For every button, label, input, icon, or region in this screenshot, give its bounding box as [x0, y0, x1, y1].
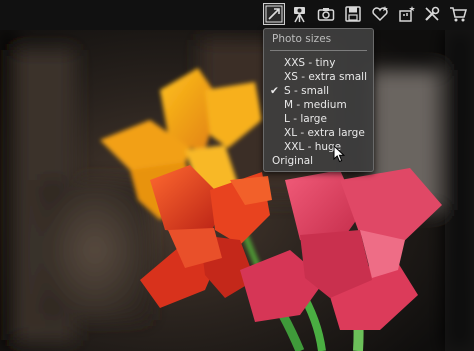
size-option-xl[interactable]: XL - extra large — [270, 126, 365, 140]
size-option-m[interactable]: M - medium — [270, 98, 347, 112]
photo-sizes-menu: Photo sizes XXS - tiny XS - extra small … — [263, 28, 374, 172]
slideshow-button[interactable] — [288, 3, 310, 25]
size-option-label: Original — [272, 155, 314, 167]
favorite-button[interactable] — [369, 3, 391, 25]
size-option-label: S - small — [284, 85, 330, 97]
menu-header: Photo sizes — [272, 33, 332, 45]
size-option-label: L - large — [284, 113, 327, 125]
camera-tripod-icon — [294, 7, 305, 23]
size-option-xxs[interactable]: XXS - tiny — [270, 56, 335, 70]
resize-photo-button[interactable] — [263, 3, 285, 25]
photo-viewer: Photo sizes XXS - tiny XS - extra small … — [0, 0, 474, 351]
size-option-xxl[interactable]: XXL - huge — [270, 140, 341, 154]
size-option-xs[interactable]: XS - extra small — [270, 70, 367, 84]
size-option-s[interactable]: ✔ S - small — [270, 84, 329, 98]
save-icon — [345, 6, 361, 22]
size-option-l[interactable]: L - large — [270, 112, 327, 126]
tools-icon — [425, 6, 440, 21]
share-button[interactable] — [396, 3, 418, 25]
size-option-label: XL - extra large — [284, 127, 365, 139]
save-button[interactable] — [342, 3, 364, 25]
size-option-label: XXL - huge — [284, 141, 342, 153]
favorite-heart-icon — [372, 6, 388, 22]
exif-camera-button[interactable] — [315, 3, 337, 25]
tools-button[interactable] — [421, 3, 443, 25]
photo — [0, 30, 474, 351]
resize-icon — [265, 5, 283, 23]
camera-icon — [317, 8, 335, 21]
menu-divider — [270, 50, 367, 51]
checkmark-icon: ✔ — [270, 85, 279, 97]
size-option-label: M - medium — [284, 99, 347, 111]
toolbar — [0, 0, 474, 30]
size-option-label: XXS - tiny — [284, 57, 336, 69]
size-option-label: XS - extra small — [284, 71, 367, 83]
cart-button[interactable] — [447, 3, 469, 25]
share-icon — [399, 6, 415, 22]
size-option-original[interactable]: Original — [272, 154, 313, 168]
shopping-cart-icon — [450, 7, 467, 22]
